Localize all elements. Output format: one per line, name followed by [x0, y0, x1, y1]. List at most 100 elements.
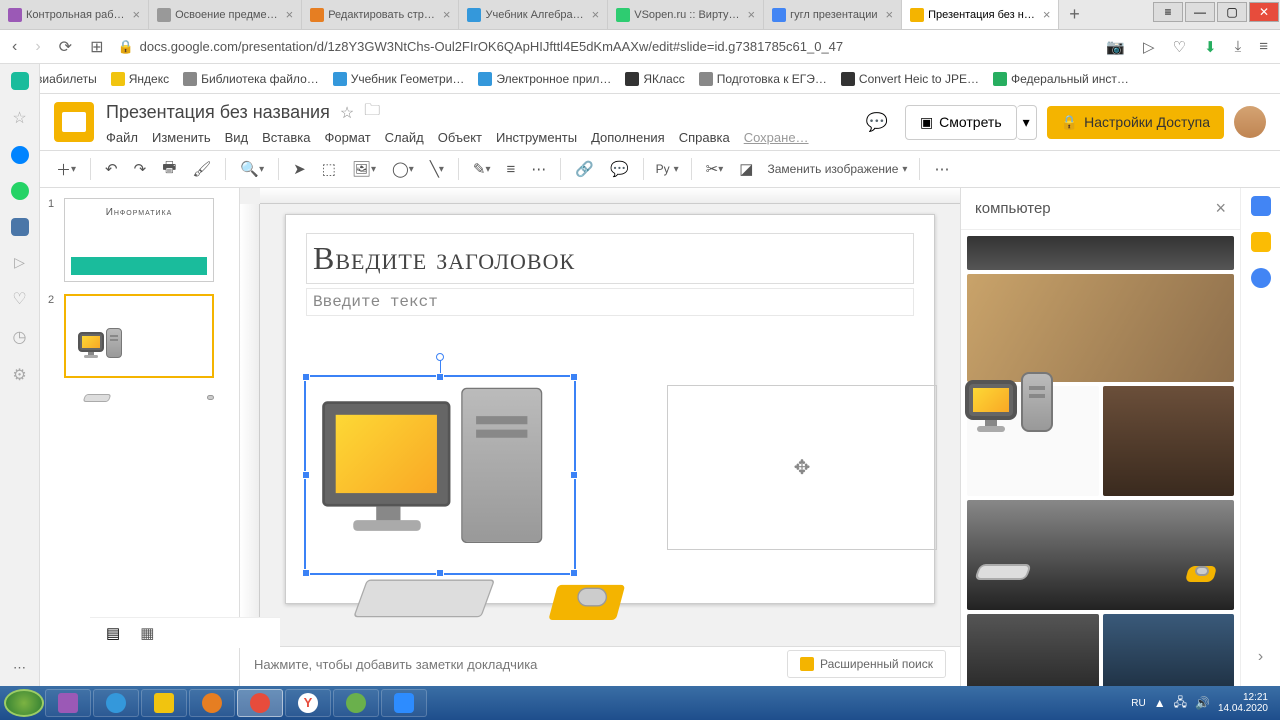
- shape-tool[interactable]: ◯: [386, 156, 420, 182]
- line-tool[interactable]: ╲: [424, 156, 450, 182]
- search-query[interactable]: компьютер: [975, 200, 1051, 217]
- border-weight-button[interactable]: ≡: [500, 157, 521, 182]
- taskbar-app[interactable]: [93, 689, 139, 717]
- close-icon[interactable]: ×: [747, 7, 755, 22]
- redo-button[interactable]: ↷: [128, 156, 153, 182]
- tab-0[interactable]: Контрольная раб…×: [0, 0, 149, 29]
- menu-icon[interactable]: ≡: [1255, 38, 1272, 55]
- bookmarks-icon[interactable]: ☆: [12, 108, 26, 128]
- download-icon[interactable]: ⬇: [1200, 38, 1221, 56]
- grid-view-icon[interactable]: ▦: [140, 624, 154, 642]
- slides-logo-icon[interactable]: [54, 102, 94, 142]
- tray-lang[interactable]: RU: [1131, 698, 1145, 709]
- image-tool[interactable]: 🖼: [346, 156, 382, 182]
- close-icon[interactable]: ×: [592, 7, 600, 22]
- new-slide-button[interactable]: ＋: [50, 155, 82, 184]
- star-icon[interactable]: ☆: [340, 103, 354, 123]
- bookmark-item[interactable]: Электронное прил…: [478, 72, 611, 86]
- bookmark-item[interactable]: Учебник Геометри…: [333, 72, 465, 86]
- close-icon[interactable]: ×: [286, 7, 294, 22]
- close-icon[interactable]: ×: [133, 7, 141, 22]
- vk-icon[interactable]: [11, 218, 29, 236]
- replace-image-button[interactable]: Заменить изображение: [763, 162, 911, 176]
- selected-image[interactable]: [304, 375, 576, 575]
- bookmark-item[interactable]: Федеральный инст…: [993, 72, 1129, 86]
- tray-icon[interactable]: ▲: [1154, 696, 1166, 710]
- share-button[interactable]: 🔒 Настройки Доступа: [1047, 106, 1224, 139]
- play-icon[interactable]: ▷: [14, 254, 25, 271]
- tab-1[interactable]: Освоение предме…×: [149, 0, 302, 29]
- reload-button[interactable]: ⟳: [55, 37, 76, 57]
- crop-button[interactable]: ✂: [700, 156, 730, 182]
- more-icon[interactable]: ⋯: [13, 660, 26, 676]
- tab-5[interactable]: гугл презентации×: [764, 0, 902, 29]
- menu-slide[interactable]: Слайд: [385, 130, 424, 145]
- tasks-icon[interactable]: [1251, 268, 1271, 288]
- tab-6[interactable]: Презентация без н…×: [902, 0, 1059, 29]
- zoom-button[interactable]: 🔍: [234, 156, 270, 182]
- tab-3[interactable]: Учебник Алгебра…×: [459, 0, 608, 29]
- filmstrip-view-icon[interactable]: ▤: [106, 624, 120, 642]
- taskbar-zoom[interactable]: [381, 689, 427, 717]
- url-field[interactable]: 🔒 docs.google.com/presentation/d/1z8Y3GW…: [117, 39, 1092, 55]
- home-icon[interactable]: [11, 72, 29, 90]
- present-button[interactable]: ▣ Смотреть: [905, 105, 1017, 140]
- taskbar-app[interactable]: [141, 689, 187, 717]
- calendar-icon[interactable]: [1251, 196, 1271, 216]
- taskbar-utorrent[interactable]: [333, 689, 379, 717]
- back-button[interactable]: ‹: [8, 38, 21, 56]
- menu-addons[interactable]: Дополнения: [591, 130, 665, 145]
- heart-icon[interactable]: ♡: [1169, 38, 1190, 56]
- document-title[interactable]: Презентация без названия: [106, 102, 330, 123]
- taskbar-app[interactable]: [45, 689, 91, 717]
- link-button[interactable]: 🔗: [569, 156, 600, 182]
- present-dropdown[interactable]: ▾: [1017, 105, 1037, 140]
- textbox-tool[interactable]: ⬚: [316, 156, 342, 182]
- print-button[interactable]: 🖶: [156, 153, 182, 186]
- start-button[interactable]: [4, 689, 44, 717]
- close-icon[interactable]: ×: [886, 7, 894, 22]
- close-panel-button[interactable]: ×: [1215, 198, 1226, 219]
- menu-object[interactable]: Объект: [438, 130, 482, 145]
- opera-menu-button[interactable]: ≡: [1153, 2, 1183, 22]
- favorites-icon[interactable]: ♡: [12, 289, 26, 309]
- border-color-button[interactable]: ✎: [467, 156, 497, 182]
- cast-icon[interactable]: ▷: [1139, 38, 1159, 56]
- save-page-icon[interactable]: ⤓: [1231, 38, 1246, 55]
- bookmark-item[interactable]: Яндекс: [111, 72, 169, 86]
- thumbnail-1[interactable]: 1 Информатика: [48, 198, 231, 282]
- move-folder-icon[interactable]: 🗀: [364, 99, 380, 126]
- taskbar-app[interactable]: [189, 689, 235, 717]
- menu-view[interactable]: Вид: [225, 130, 249, 145]
- minimize-button[interactable]: —: [1185, 2, 1215, 22]
- close-icon[interactable]: ×: [1043, 7, 1051, 22]
- menu-tools[interactable]: Инструменты: [496, 130, 577, 145]
- comment-button[interactable]: 💬: [604, 156, 635, 182]
- search-result-image[interactable]: [967, 386, 1099, 496]
- menu-edit[interactable]: Изменить: [152, 130, 211, 145]
- volume-icon[interactable]: 🔊: [1195, 696, 1210, 710]
- keep-icon[interactable]: [1251, 232, 1271, 252]
- tab-4[interactable]: VSopen.ru :: Вирту…×: [608, 0, 764, 29]
- close-icon[interactable]: ×: [443, 7, 451, 22]
- thumbnail-2[interactable]: 2: [48, 294, 231, 378]
- menu-file[interactable]: Файл: [106, 130, 138, 145]
- advanced-search-button[interactable]: Расширенный поиск: [787, 650, 946, 678]
- clock[interactable]: 12:21 14.04.2020: [1218, 692, 1268, 714]
- whatsapp-icon[interactable]: [11, 182, 29, 200]
- messenger-icon[interactable]: [11, 146, 29, 164]
- history-icon[interactable]: ◷: [13, 327, 27, 347]
- new-tab-button[interactable]: +: [1059, 0, 1089, 29]
- slide-editor[interactable]: Введите заголовок Введите текст: [285, 214, 935, 604]
- network-icon[interactable]: 🖧: [1174, 693, 1187, 714]
- settings-icon[interactable]: ⚙: [12, 365, 26, 385]
- tab-2[interactable]: Редактировать стр…×: [302, 0, 459, 29]
- search-result-image[interactable]: [967, 236, 1234, 270]
- border-dash-button[interactable]: ⋯: [525, 156, 552, 182]
- more-tools-button[interactable]: ⋯: [928, 156, 955, 182]
- image-placeholder[interactable]: ✥: [667, 385, 937, 550]
- bookmark-item[interactable]: Библиотека файло…: [183, 72, 319, 86]
- taskbar-yandex[interactable]: Y: [285, 689, 331, 717]
- bookmark-item[interactable]: ЯКласс: [625, 72, 684, 86]
- title-placeholder[interactable]: Введите заголовок: [306, 233, 914, 284]
